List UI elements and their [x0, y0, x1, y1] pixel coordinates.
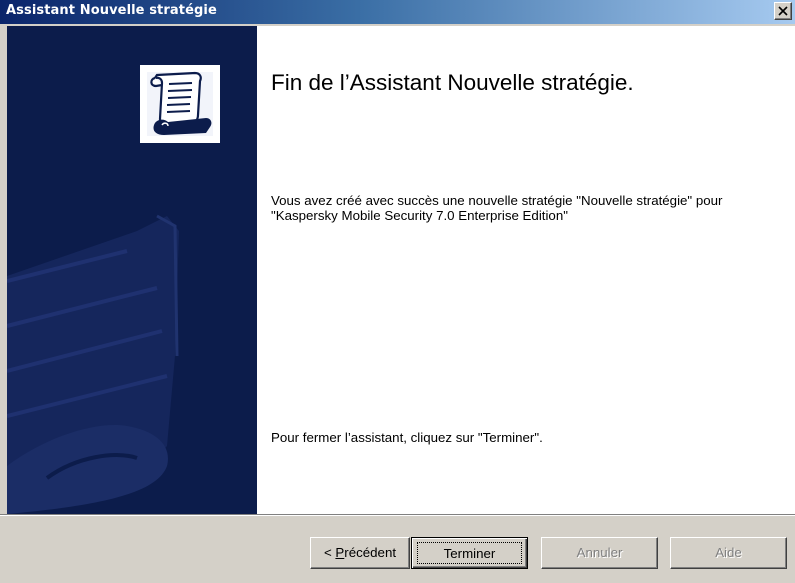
- close-icon: [778, 6, 788, 16]
- finish-button-label: Terminer: [417, 542, 522, 564]
- previous-button[interactable]: < Précédent: [310, 537, 410, 569]
- cancel-button[interactable]: Annuler: [541, 537, 658, 569]
- finish-instruction: Pour fermer l’assistant, cliquez sur "Te…: [271, 430, 543, 445]
- title-bar[interactable]: Assistant Nouvelle stratégie: [0, 0, 795, 24]
- window-title: Assistant Nouvelle stratégie: [6, 3, 217, 18]
- button-separator: [0, 514, 795, 516]
- scroll-document-icon: [140, 65, 220, 143]
- success-message: Vous avez créé avec succès une nouvelle …: [271, 193, 723, 223]
- page-title: Fin de l’Assistant Nouvelle stratégie.: [271, 70, 634, 95]
- wizard-dialog: Assistant Nouvelle stratégie Fin de l’As…: [0, 0, 795, 583]
- help-button[interactable]: Aide: [670, 537, 787, 569]
- close-button[interactable]: [774, 2, 792, 20]
- wizard-content: Fin de l’Assistant Nouvelle stratégie. V…: [257, 26, 795, 514]
- previous-button-prefix: <: [323, 545, 336, 560]
- previous-button-accelerator: P: [335, 545, 345, 560]
- finish-button[interactable]: Terminer: [411, 537, 528, 569]
- banner-icon-frame: [140, 65, 220, 143]
- wizard-banner: [7, 26, 257, 514]
- previous-button-label: récédent: [344, 545, 397, 560]
